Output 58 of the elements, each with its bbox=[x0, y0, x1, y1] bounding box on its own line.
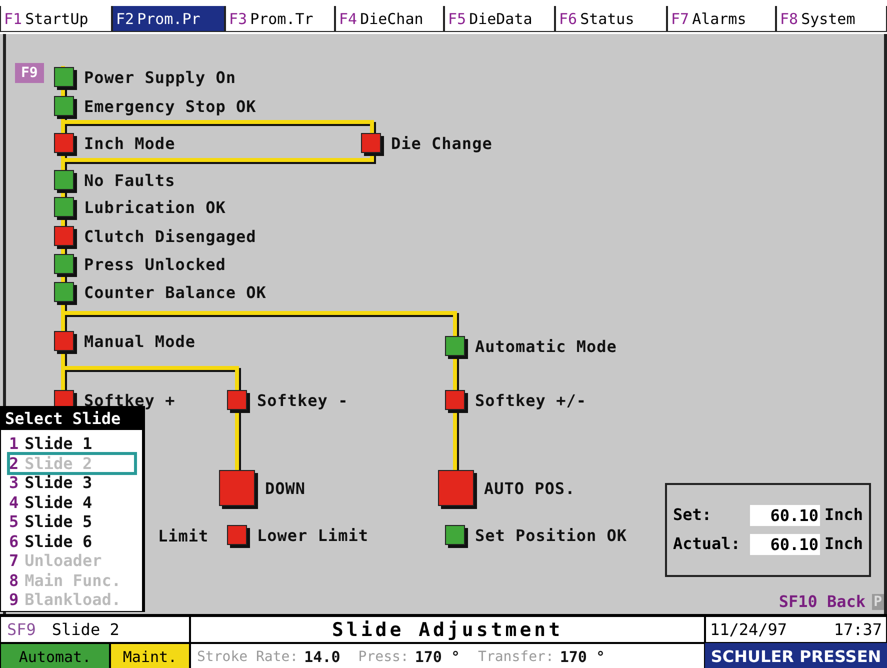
tab[interactable]: F3 Prom.Tr bbox=[225, 6, 335, 32]
lamp-label: Emergency Stop OK bbox=[84, 96, 256, 116]
mode-indicator: Automat. bbox=[0, 643, 110, 668]
lamp-label: Press Unlocked bbox=[84, 254, 226, 274]
page-marker: P bbox=[872, 594, 884, 610]
lamp-label: Inch Mode bbox=[84, 134, 176, 152]
softkey-slide[interactable]: SF9 Slide 2 bbox=[0, 616, 190, 643]
tab[interactable]: F8 System bbox=[776, 6, 887, 32]
menu-title: Select Slide bbox=[1, 407, 144, 430]
mode-indicator: Maint. bbox=[110, 643, 190, 668]
menu-item[interactable]: 4 Slide 4 bbox=[9, 492, 135, 512]
reading-value: 170 ° bbox=[414, 648, 460, 666]
lamp-label: Counter Balance OK bbox=[84, 282, 266, 302]
reading-value: 14.0 bbox=[304, 648, 340, 666]
field-label: Actual: bbox=[673, 534, 742, 555]
screen-title: Slide Adjustment bbox=[190, 616, 705, 643]
reading-label: Transfer: bbox=[478, 648, 554, 664]
lamp-label: Softkey - bbox=[257, 390, 348, 410]
menu-item[interactable]: 1 Slide 1 bbox=[9, 434, 135, 454]
reading-label: Press: bbox=[358, 648, 409, 664]
value-field: 60.10 bbox=[750, 505, 820, 526]
lamp-label: DOWN bbox=[265, 478, 306, 498]
lamp-label: Die Change bbox=[391, 134, 492, 152]
menu-item[interactable]: 5 Slide 5 bbox=[9, 512, 135, 532]
brand-label: SCHULER PRESSEN bbox=[705, 643, 887, 668]
time-text: 17:37 bbox=[834, 620, 882, 639]
tab[interactable]: F4 DieChan bbox=[335, 6, 444, 32]
date-text: 11/24/97 bbox=[710, 620, 788, 639]
lamp-label: Clutch Disengaged bbox=[84, 226, 256, 246]
lamp-label: Manual Mode bbox=[84, 332, 196, 350]
tab[interactable]: F6 Status bbox=[555, 6, 667, 32]
reading-label: Stroke Rate: bbox=[197, 648, 298, 664]
lamp-label: Automatic Mode bbox=[475, 336, 617, 356]
menu-item[interactable]: 2 Slide 2 bbox=[9, 454, 135, 473]
lamp-label: Softkey +/- bbox=[475, 390, 586, 410]
lamp-label: Set Position OK bbox=[475, 526, 627, 544]
menu-item[interactable]: 3 Slide 3 bbox=[9, 473, 135, 492]
tab[interactable]: F2 Prom.Pr bbox=[112, 6, 225, 32]
lamp-label: Limit bbox=[158, 526, 209, 546]
lamp-label: Power Supply On bbox=[84, 68, 236, 86]
field-label: Set: bbox=[673, 505, 713, 526]
reading-value: 170 ° bbox=[560, 648, 606, 666]
lamp-label: AUTO POS. bbox=[484, 478, 576, 498]
menu-item[interactable]: 9 Blankload. bbox=[9, 590, 135, 610]
tab[interactable]: F1 StartUp bbox=[0, 6, 112, 32]
unit-label: Inch bbox=[824, 534, 864, 555]
lamp-label: Lower Limit bbox=[257, 526, 368, 544]
menu-item[interactable]: 8 Main Func. bbox=[9, 570, 135, 590]
unit-label: Inch bbox=[824, 505, 864, 526]
menu-item[interactable]: 6 Slide 6 bbox=[9, 532, 135, 551]
lamp-label: Softkey + bbox=[84, 390, 176, 410]
lamp-label: No Faults bbox=[84, 170, 176, 190]
back-softkey[interactable]: SF10 Back bbox=[778, 592, 866, 611]
value-field: 60.10 bbox=[750, 534, 820, 555]
tab[interactable]: F5 DieData bbox=[444, 6, 555, 32]
lamp-label: Lubrication OK bbox=[84, 198, 226, 216]
tab[interactable]: F7 Alarms bbox=[667, 6, 776, 32]
menu-item[interactable]: 7 Unloader bbox=[9, 551, 135, 570]
